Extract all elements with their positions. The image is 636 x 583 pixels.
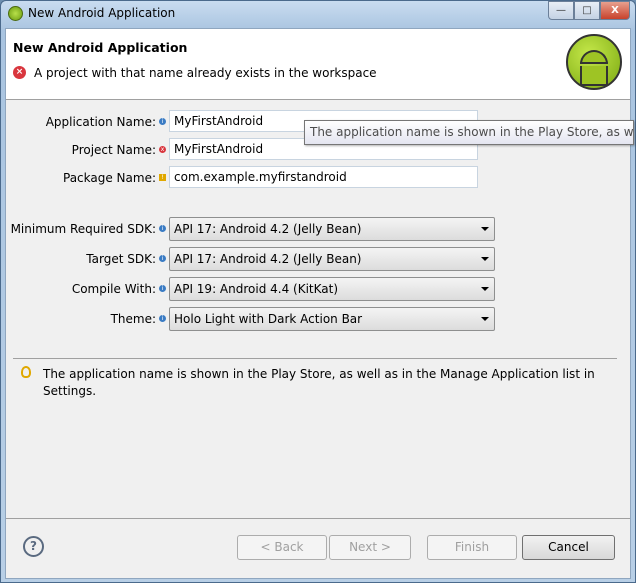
back-button[interactable]: < Back (237, 535, 327, 560)
finish-button[interactable]: Finish (427, 535, 517, 560)
help-icon[interactable]: ? (23, 536, 44, 557)
info-icon: i (159, 225, 166, 232)
android-logo-icon (566, 34, 622, 90)
maximize-button[interactable]: □ (574, 1, 600, 20)
min-sdk-value: API 17: Android 4.2 (Jelly Bean) (174, 222, 362, 236)
title-bar[interactable]: New Android Application — □ X (1, 1, 635, 27)
target-sdk-label: Target SDK: (86, 252, 156, 266)
info-icon: i (159, 315, 166, 322)
info-icon: i (159, 285, 166, 292)
close-button[interactable]: X (600, 1, 630, 20)
chevron-down-icon (481, 287, 489, 291)
compile-with-label: Compile With: (71, 282, 156, 296)
target-sdk-value: API 17: Android 4.2 (Jelly Bean) (174, 252, 362, 266)
hint-text: The application name is shown in the Pla… (43, 367, 595, 398)
theme-select[interactable]: Holo Light with Dark Action Bar (169, 307, 495, 331)
dialog-client: New Android Application × A project with… (5, 28, 631, 579)
wizard-header: New Android Application × A project with… (6, 29, 630, 100)
theme-value: Holo Light with Dark Action Bar (174, 312, 363, 326)
divider (13, 358, 617, 359)
lightbulb-icon (21, 366, 31, 378)
dialog-window: New Android Application — □ X New Androi… (0, 0, 636, 583)
theme-label: Theme: (110, 312, 156, 326)
error-message: A project with that name already exists … (34, 66, 377, 80)
package-name-input[interactable]: com.example.myfirstandroid (169, 166, 478, 188)
compile-with-select[interactable]: API 19: Android 4.4 (KitKat) (169, 277, 495, 301)
cancel-button[interactable]: Cancel (522, 535, 615, 560)
tooltip: The application name is shown in the Pla… (304, 120, 634, 145)
divider (6, 518, 630, 519)
chevron-down-icon (481, 317, 489, 321)
app-name-label: Application Name: (45, 115, 156, 129)
chevron-down-icon (481, 257, 489, 261)
warning-icon: ! (159, 174, 166, 181)
target-sdk-select[interactable]: API 17: Android 4.2 (Jelly Bean) (169, 247, 495, 271)
error-icon: x (159, 146, 166, 153)
error-icon: × (13, 66, 26, 79)
info-icon: i (159, 118, 166, 125)
min-sdk-label: Minimum Required SDK: (10, 222, 156, 236)
window-title: New Android Application (28, 6, 176, 20)
min-sdk-select[interactable]: API 17: Android 4.2 (Jelly Bean) (169, 217, 495, 241)
project-name-label: Project Name: (71, 143, 156, 157)
chevron-down-icon (481, 227, 489, 231)
info-icon: i (159, 255, 166, 262)
next-button[interactable]: Next > (329, 535, 411, 560)
compile-with-value: API 19: Android 4.4 (KitKat) (174, 282, 339, 296)
android-app-icon (8, 6, 23, 21)
minimize-button[interactable]: — (548, 1, 574, 20)
package-name-label: Package Name: (63, 171, 156, 185)
wizard-title: New Android Application (13, 40, 188, 55)
